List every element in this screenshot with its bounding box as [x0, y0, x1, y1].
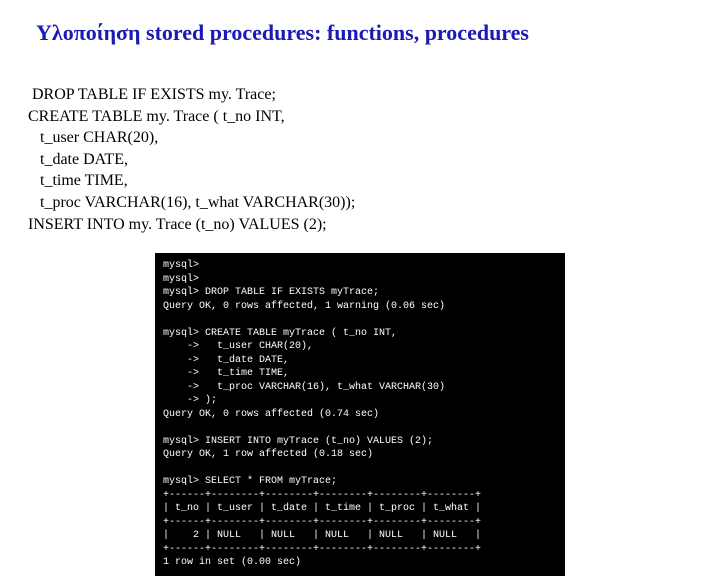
term-line: Query OK, 0 rows affected, 1 warning (0.…: [163, 301, 445, 312]
term-line: mysql>: [163, 260, 199, 271]
sql-line: t_user CHAR(20),: [28, 127, 692, 149]
slide-title: Υλοποίηση stored procedures: functions, …: [36, 20, 692, 46]
sql-line: t_time TIME,: [28, 170, 692, 192]
terminal-output: mysql> mysql> mysql> DROP TABLE IF EXIST…: [155, 253, 565, 576]
term-line: -> );: [163, 395, 217, 406]
term-line: -> t_proc VARCHAR(16), t_what VARCHAR(30…: [163, 382, 445, 393]
term-line: mysql> CREATE TABLE myTrace ( t_no INT,: [163, 328, 397, 339]
sql-line: t_date DATE,: [28, 149, 692, 171]
term-line: | t_no | t_user | t_date | t_time | t_pr…: [163, 503, 481, 514]
sql-line: DROP TABLE IF EXISTS my. Trace;: [28, 84, 692, 106]
term-line: +------+--------+--------+--------+-----…: [163, 517, 481, 528]
term-line: mysql> INSERT INTO myTrace (t_no) VALUES…: [163, 436, 433, 447]
term-line: -> t_time TIME,: [163, 368, 289, 379]
term-line: Query OK, 0 rows affected (0.74 sec): [163, 409, 379, 420]
term-line: 1 row in set (0.00 sec): [163, 557, 301, 568]
term-line: +------+--------+--------+--------+-----…: [163, 544, 481, 555]
terminal-container: mysql> mysql> mysql> DROP TABLE IF EXIST…: [28, 253, 692, 576]
term-line: Query OK, 1 row affected (0.18 sec): [163, 449, 373, 460]
sql-code-block: DROP TABLE IF EXISTS my. Trace; CREATE T…: [28, 84, 692, 235]
sql-line: t_proc VARCHAR(16), t_what VARCHAR(30));: [28, 192, 692, 214]
term-line: mysql>: [163, 274, 199, 285]
term-line: +------+--------+--------+--------+-----…: [163, 490, 481, 501]
term-line: -> t_user CHAR(20),: [163, 341, 313, 352]
slide: Υλοποίηση stored procedures: functions, …: [0, 0, 720, 540]
term-line: -> t_date DATE,: [163, 355, 289, 366]
sql-line: CREATE TABLE my. Trace ( t_no INT,: [28, 106, 692, 128]
term-line: mysql> SELECT * FROM myTrace;: [163, 476, 337, 487]
term-line: mysql> DROP TABLE IF EXISTS myTrace;: [163, 287, 379, 298]
sql-line: INSERT INTO my. Trace (t_no) VALUES (2);: [28, 214, 692, 236]
